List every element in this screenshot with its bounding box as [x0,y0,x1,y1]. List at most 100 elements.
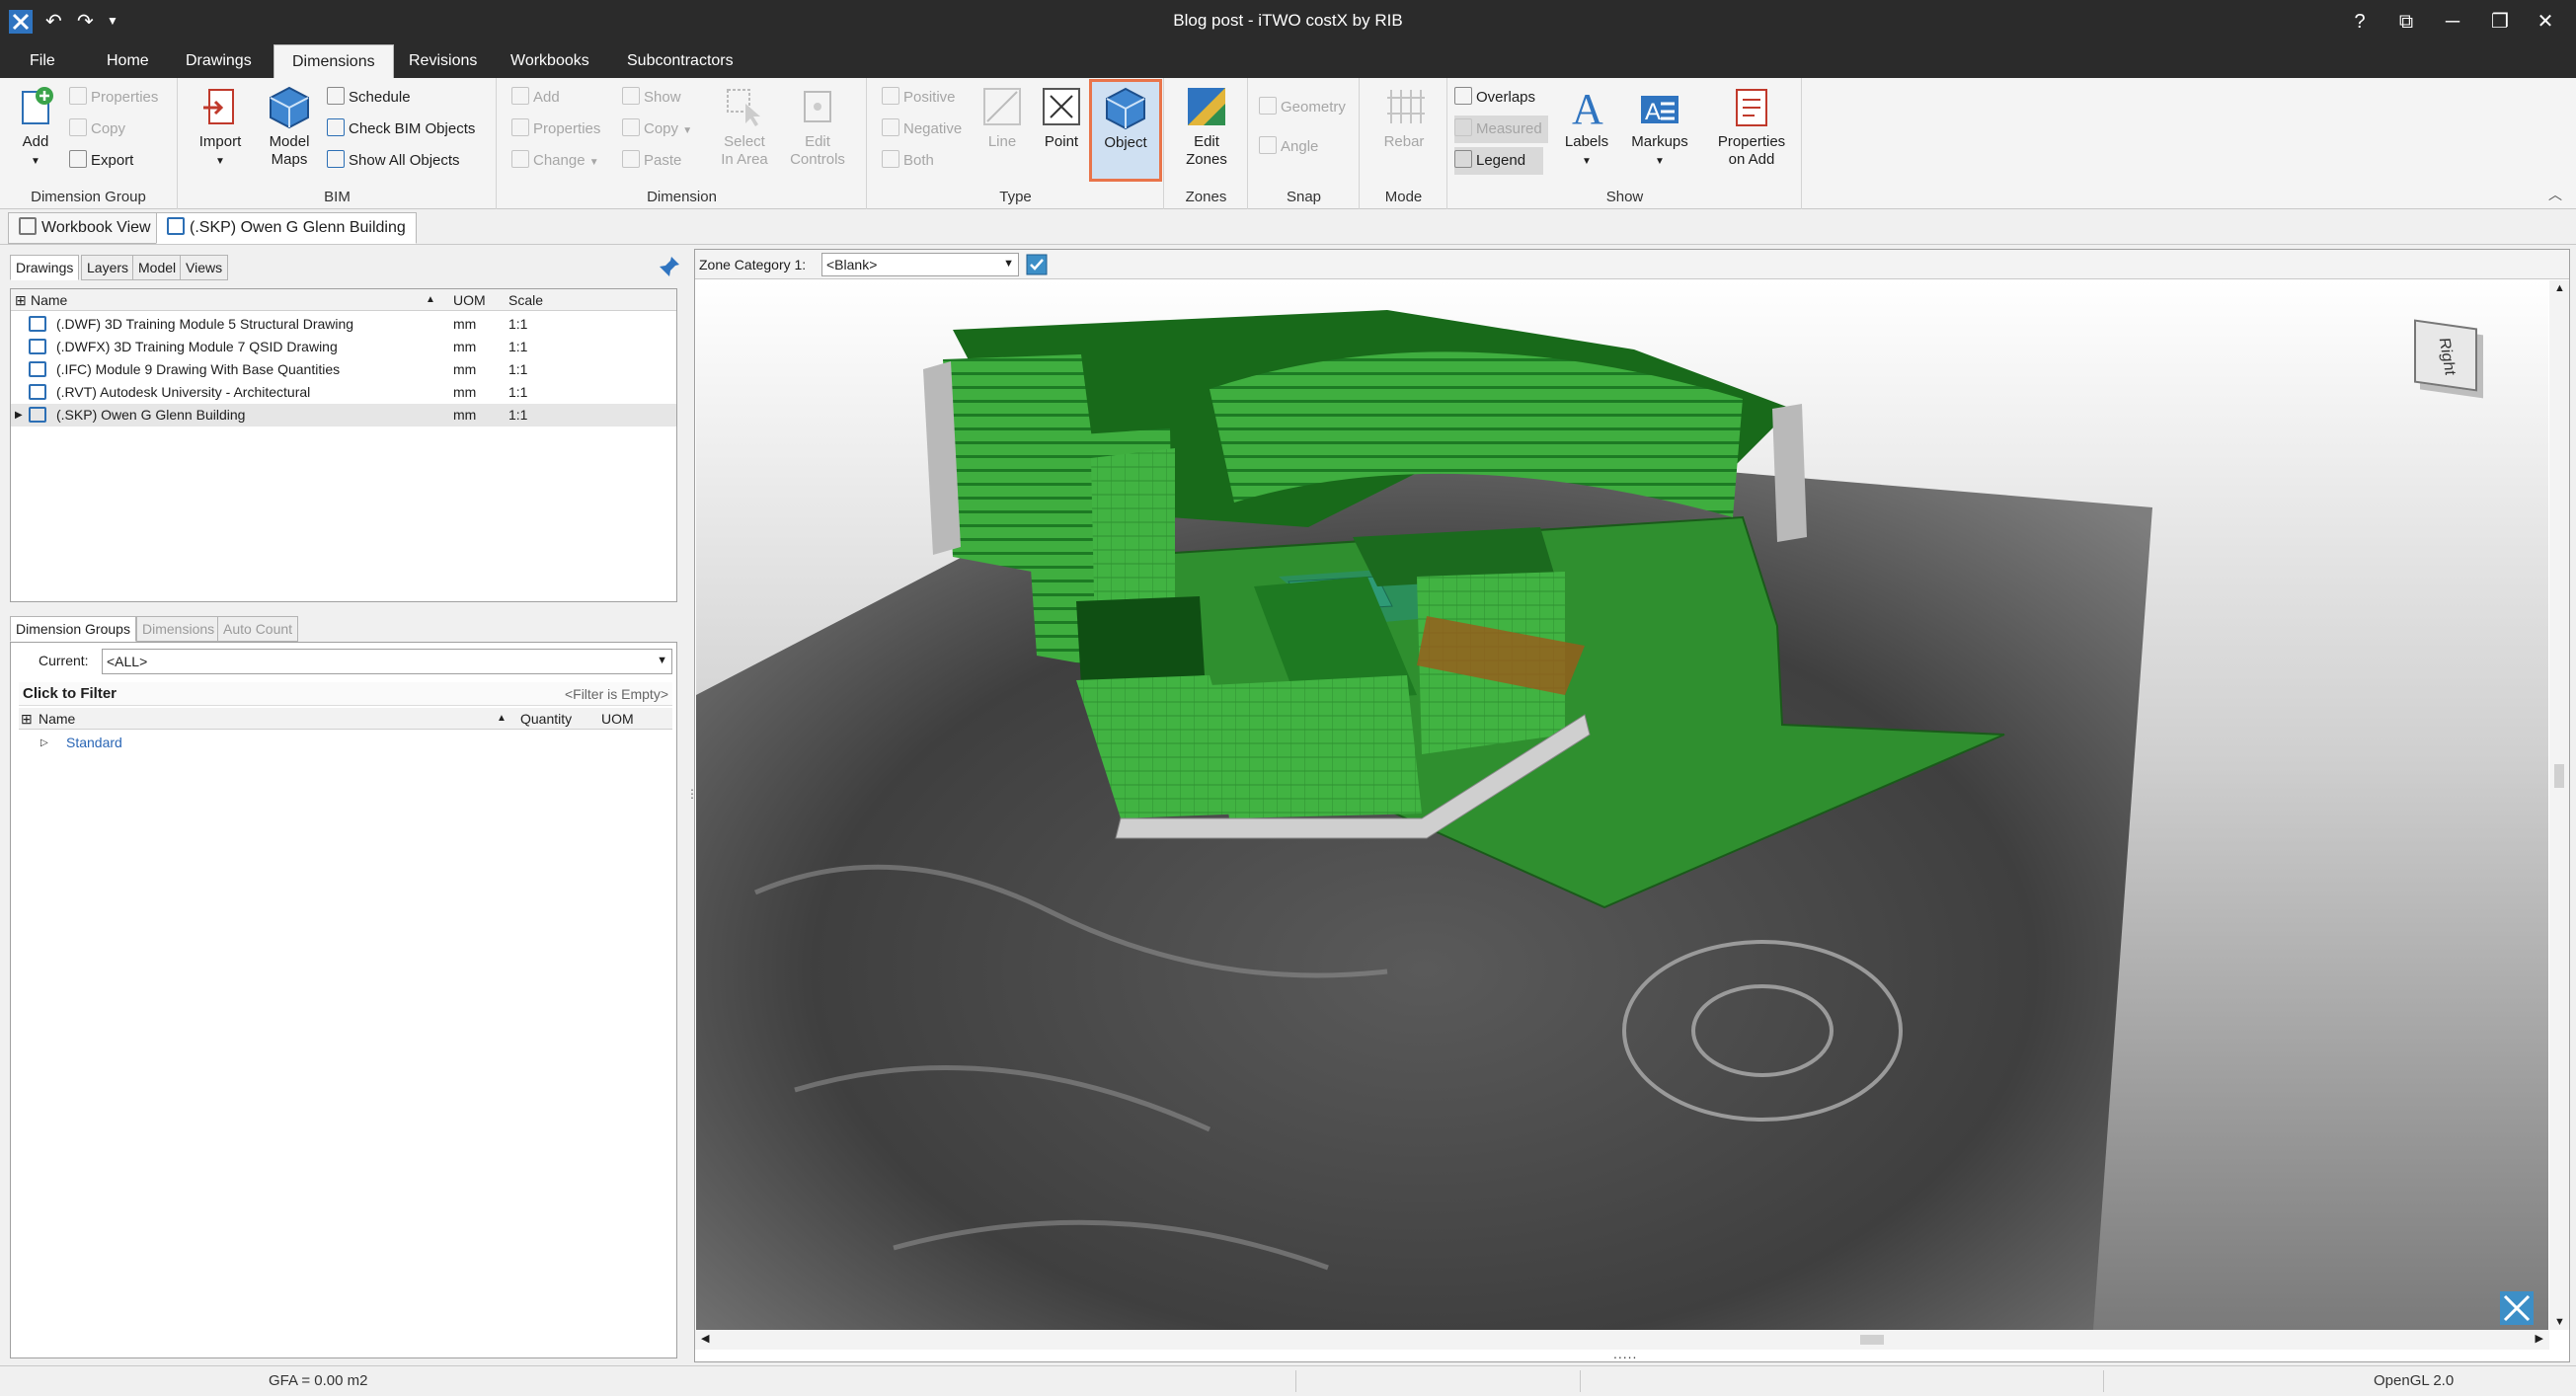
tab-file[interactable]: File [14,44,71,78]
splitter-grip[interactable]: ..... [1613,1346,1637,1361]
paste-icon [622,150,640,168]
tab-layers[interactable]: Layers [81,255,135,280]
dimension-add-button[interactable]: Add [511,84,560,112]
show-all-objects-button[interactable]: Show All Objects [327,147,460,175]
zone-filter-icon[interactable] [1026,254,1048,275]
tab-model[interactable]: Model [132,255,183,280]
tab-owen-g-glenn-building[interactable]: (.SKP) Owen G Glenn Building [156,212,417,244]
snap-geometry-button[interactable]: Geometry [1259,94,1346,121]
check-bim-objects-button[interactable]: Check BIM Objects [327,116,475,143]
pin-icon[interactable] [658,255,681,278]
dimension-paste-button[interactable]: Paste [622,147,681,175]
dimension-copy-button[interactable]: Copy ▼ [622,116,692,143]
show-markups-button[interactable]: A Markups ▼ [1628,84,1691,171]
filter-bar[interactable]: Click to Filter <Filter is Empty> [19,682,672,706]
both-checkbox[interactable]: Both [882,147,934,175]
properties-icon [511,118,529,136]
snap-angle-button[interactable]: Angle [1259,133,1318,161]
3d-viewport[interactable]: Right [696,280,2548,1330]
group-label-bim: BIM [324,189,351,205]
dimension-group-row[interactable]: ▷ Standard [19,732,672,754]
restore-layout-icon[interactable]: ⧉ [2384,6,2428,38]
col-uom[interactable]: UOM [453,289,486,311]
dimension-group-properties-button[interactable]: Properties [69,84,158,112]
vertical-scrollbar[interactable]: ▲ ▼ [2549,280,2569,1330]
tab-subcontractors[interactable]: Subcontractors [609,44,751,78]
expand-all-icon[interactable]: ⊞ [15,289,27,311]
collapse-ribbon-icon[interactable]: ︿ [2548,185,2562,204]
col-quantity[interactable]: Quantity [520,708,572,730]
bim-import-button[interactable]: Import ▼ [189,84,252,171]
scroll-left-icon[interactable]: ◀ [701,1332,709,1345]
col-scale[interactable]: Scale [508,289,543,311]
type-point-button[interactable]: Point [1030,84,1093,151]
show-overlaps-button[interactable]: Overlaps [1454,84,1535,112]
minimize-icon[interactable]: ─ [2431,6,2474,38]
zone-category-label: Zone Category 1: [699,257,807,272]
tab-revisions[interactable]: Revisions [391,44,495,78]
type-line-button[interactable]: Line [971,84,1034,151]
zone-category-dropdown[interactable]: <Blank> ▼ [821,253,1019,276]
col-dimension-uom[interactable]: UOM [601,708,634,730]
bim-model-maps-button[interactable]: Model Maps [258,84,321,169]
dimension-show-button[interactable]: Show [622,84,681,112]
group-mode: Rebar Mode [1361,78,1447,209]
tab-workbook-view[interactable]: Workbook View [8,212,162,244]
scroll-up-icon[interactable]: ▲ [2554,282,2565,294]
dimension-properties-button[interactable]: Properties [511,116,600,143]
scroll-right-icon[interactable]: ▶ [2536,1332,2543,1345]
drawing-row[interactable]: (.RVT) Autodesk University - Architectur… [11,381,676,404]
fit-to-view-icon[interactable] [2499,1290,2535,1326]
drawing-row-selected[interactable]: ▶ (.SKP) Owen G Glenn Building mm 1:1 [11,404,676,427]
type-object-button[interactable]: Object [1091,81,1160,180]
group-label-show: Show [1605,189,1644,205]
show-legend-button[interactable]: Legend [1454,147,1544,175]
tab-views[interactable]: Views [180,255,229,280]
dimension-group-add-button[interactable]: Add ▼ [4,84,67,171]
expand-all-icon[interactable]: ⊞ [21,708,33,730]
drawing-row[interactable]: (.DWFX) 3D Training Module 7 QSID Drawin… [11,336,676,358]
tab-drawings[interactable]: Drawings [168,44,270,78]
bim-model-view[interactable] [696,280,2548,1330]
properties-on-add-button[interactable]: Properties on Add [1707,84,1796,169]
viewcube[interactable]: Right [2414,319,2477,392]
current-dropdown[interactable]: <ALL> ▼ [102,649,672,674]
help-icon[interactable]: ? [2338,6,2381,38]
tab-drawings-panel[interactable]: Drawings [10,255,80,280]
horizontal-scroll-thumb[interactable] [1860,1335,1884,1345]
col-dimension-name[interactable]: Name [39,708,75,730]
drawing-row[interactable]: (.DWF) 3D Training Module 5 Structural D… [11,313,676,336]
tab-dimensions[interactable]: Dimensions [273,44,394,78]
right-wing-end-wall [1772,404,1807,542]
close-icon[interactable]: ✕ [2524,6,2567,38]
scroll-down-icon[interactable]: ▼ [2554,1316,2565,1328]
tab-auto-count[interactable]: Auto Count [217,616,299,642]
pane-splitter[interactable]: ⋮ [686,788,698,819]
show-labels-button[interactable]: A Labels ▼ [1555,84,1618,171]
tab-dimensions-list[interactable]: Dimensions [136,616,221,642]
dimension-group-copy-button[interactable]: Copy [69,116,125,143]
mode-rebar-button[interactable]: Rebar [1372,84,1436,151]
col-name[interactable]: Name [31,289,67,311]
edit-zones-button[interactable]: Edit Zones [1175,84,1238,169]
ribbon: Add ▼ Properties Copy Export Dimension Gr… [0,78,2576,209]
group-label-mode: Mode [1384,189,1423,205]
dimension-change-button[interactable]: Change ▼ [511,147,599,175]
change-icon [511,150,529,168]
positive-checkbox[interactable]: Positive [882,84,956,112]
expand-icon[interactable]: ▷ [40,732,48,754]
edit-controls-button[interactable]: Edit Controls [786,84,849,169]
maximize-icon[interactable]: ❐ [2478,6,2522,38]
group-zones: Edit Zones Zones [1165,78,1248,209]
tab-dimension-groups[interactable]: Dimension Groups [10,616,136,642]
tab-workbooks[interactable]: Workbooks [493,44,607,78]
vertical-scroll-thumb[interactable] [2554,764,2564,788]
export-icon [69,150,87,168]
show-measured-button[interactable]: Measured [1454,116,1548,143]
drawing-row[interactable]: (.IFC) Module 9 Drawing With Base Quanti… [11,358,676,381]
tab-home[interactable]: Home [89,44,167,78]
negative-checkbox[interactable]: Negative [882,116,962,143]
select-in-area-button[interactable]: Select In Area [713,84,776,169]
dimension-group-export-button[interactable]: Export [69,147,133,175]
bim-schedule-button[interactable]: Schedule [327,84,411,112]
